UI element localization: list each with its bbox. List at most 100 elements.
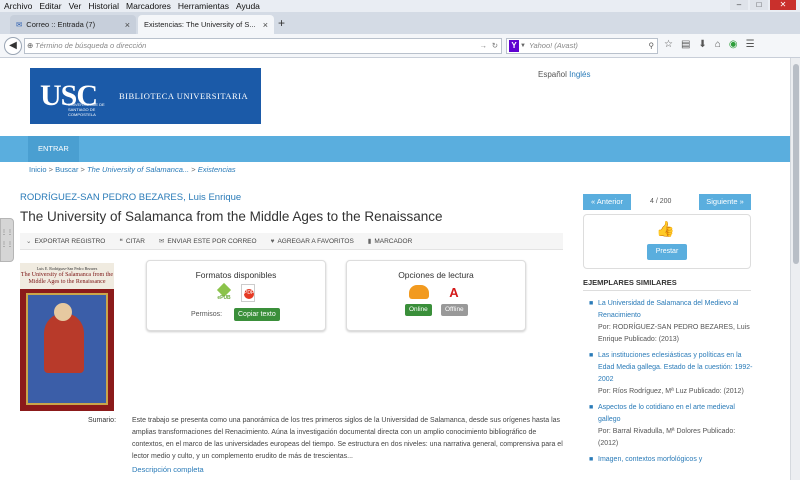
search-bar[interactable]: Y ▼ Yahoo! (Avast) ⚲ bbox=[506, 38, 658, 54]
export-label: EXPORTAR REGISTRO bbox=[34, 238, 106, 245]
tab-existencias[interactable]: Existencias: The University of S... × bbox=[138, 15, 274, 34]
offline-button[interactable]: Offline bbox=[441, 304, 468, 316]
scrollbar-thumb[interactable] bbox=[793, 64, 799, 264]
menu-herramientas[interactable]: Herramientas bbox=[178, 0, 229, 12]
tab-bar: ✉ Correo :: Entrada (7) × Existencias: T… bbox=[0, 12, 800, 34]
home-icon[interactable]: ⌂ bbox=[715, 39, 721, 50]
main-nav-bar: ENTRAR bbox=[0, 136, 790, 162]
bullet-icon: ■ bbox=[589, 300, 594, 307]
menu-archivo[interactable]: Archivo bbox=[4, 0, 32, 12]
close-window-button[interactable]: ✕ bbox=[770, 0, 796, 10]
addon-icon[interactable]: ◉ bbox=[729, 39, 738, 50]
menu-marcadores[interactable]: Marcadores bbox=[126, 0, 171, 12]
cover-author: Luis E. Rodríguez-San Pedro Bezares bbox=[36, 266, 98, 271]
export-record-button[interactable]: ⌄ EXPORTAR REGISTRO bbox=[26, 237, 105, 245]
breadcrumb-current: Existencias bbox=[197, 165, 236, 174]
similar-meta: Por: Ríos Rodríguez, Mª Luz Publicado: (… bbox=[598, 388, 744, 395]
next-button[interactable]: Siguiente » bbox=[699, 194, 751, 210]
breadcrumb-search[interactable]: Buscar bbox=[55, 165, 78, 174]
favorites-label: AGREGAR A FAVORITOS bbox=[277, 237, 354, 245]
quote-icon: ❝ bbox=[119, 238, 123, 245]
similar-title[interactable]: Aspectos de lo cotidiano en el arte medi… bbox=[598, 404, 735, 423]
menu-editar[interactable]: Editar bbox=[39, 0, 61, 12]
similar-list: ■ La Universidad de Salamanca del Mediev… bbox=[589, 298, 754, 470]
search-icon[interactable]: ⚲ bbox=[649, 39, 655, 53]
breadcrumb: Inicio > Buscar > The University of Sala… bbox=[29, 165, 236, 174]
summary-label: Sumario: bbox=[88, 417, 117, 424]
new-tab-button[interactable]: + bbox=[278, 16, 285, 30]
nav-toolbar: ◀ ⊕ Término de búsqueda o dirección → ↻ … bbox=[0, 34, 800, 58]
divider bbox=[583, 290, 751, 291]
go-arrow-icon[interactable]: → bbox=[480, 39, 488, 53]
close-tab-icon[interactable]: × bbox=[263, 20, 268, 30]
star-icon[interactable]: ☆ bbox=[664, 39, 673, 50]
epub-icon[interactable]: ePUB bbox=[215, 285, 233, 303]
favorites-button[interactable]: ♥ AGREGAR A FAVORITOS bbox=[271, 238, 354, 245]
minimize-button[interactable]: – bbox=[730, 0, 748, 10]
breadcrumb-record[interactable]: The University of Salamanca... bbox=[87, 165, 189, 174]
cover-title: The University of Salamanca from the Mid… bbox=[20, 272, 114, 285]
record-count: 4 / 200 bbox=[650, 198, 672, 205]
cover-figure-head bbox=[54, 303, 72, 321]
chevron-down-icon[interactable]: ▼ bbox=[520, 39, 526, 53]
menu-ver[interactable]: Ver bbox=[69, 0, 82, 12]
login-button[interactable]: ENTRAR bbox=[28, 136, 79, 162]
menu-bar: Archivo Editar Ver Historial Marcadores … bbox=[0, 0, 800, 12]
mail-icon: ✉ bbox=[16, 20, 23, 29]
lang-spanish[interactable]: Español bbox=[538, 70, 567, 79]
record-author[interactable]: RODRÍGUEZ-SAN PEDRO BEZARES, Luis Enriqu… bbox=[20, 192, 241, 203]
sidebar-toggle-handle[interactable]: ⋮⋮ ⋮⋮ bbox=[0, 218, 14, 262]
menu-icon[interactable]: ☰ bbox=[746, 39, 755, 50]
breadcrumb-separator: > bbox=[80, 165, 85, 174]
pdf-icon[interactable]: PDF bbox=[241, 284, 255, 302]
bullet-icon: ■ bbox=[589, 404, 594, 411]
reload-icon[interactable]: ↻ bbox=[492, 39, 498, 53]
url-placeholder: Término de búsqueda o dirección bbox=[35, 41, 147, 50]
summary-text: Este trabajo se presenta como una panorá… bbox=[132, 417, 563, 460]
similar-title[interactable]: Imagen, contextos morfológicos y bbox=[598, 456, 702, 463]
thumbs-up-icon[interactable]: 👍 bbox=[656, 221, 675, 239]
usc-logo[interactable]: USC UNIVERSIDADE DE SANTIAGO DE COMPOSTE… bbox=[30, 68, 261, 124]
breadcrumb-separator: > bbox=[191, 165, 196, 174]
book-cover[interactable]: Luis E. Rodríguez-San Pedro Bezares The … bbox=[20, 263, 114, 411]
cloud-icon[interactable] bbox=[409, 285, 429, 299]
tab-correo-label: Correo :: Entrada (7) bbox=[26, 20, 96, 29]
cite-button[interactable]: ❝ CITAR bbox=[119, 237, 145, 245]
bullet-icon: ■ bbox=[589, 456, 594, 463]
close-tab-icon[interactable]: × bbox=[125, 20, 130, 30]
tab-correo[interactable]: ✉ Correo :: Entrada (7) × bbox=[10, 15, 136, 34]
email-button[interactable]: ✉ ENVIAR ESTE POR CORREO bbox=[159, 237, 257, 245]
library-name: BIBLIOTECA UNIVERSITARIA bbox=[119, 91, 249, 101]
window-controls: – □ ✕ bbox=[730, 0, 796, 10]
download-icon[interactable]: ⬇ bbox=[698, 39, 706, 50]
previous-button[interactable]: « Anterior bbox=[583, 194, 631, 210]
similar-title[interactable]: Las instituciones eclesiásticas y políti… bbox=[598, 352, 753, 383]
url-bar[interactable]: ⊕ Término de búsqueda o dirección → ↻ bbox=[24, 38, 502, 54]
bullet-icon: ■ bbox=[589, 352, 594, 359]
full-description-link[interactable]: Descripción completa bbox=[132, 465, 204, 474]
pdf-label: PDF bbox=[244, 290, 254, 296]
reading-list-icon[interactable]: ▤ bbox=[681, 39, 690, 50]
breadcrumb-home[interactable]: Inicio bbox=[29, 165, 47, 174]
similar-title[interactable]: La Universidad de Salamanca del Medievo … bbox=[598, 300, 738, 319]
lang-english[interactable]: Inglés bbox=[569, 70, 590, 79]
reading-heading: Opciones de lectura bbox=[398, 270, 474, 280]
back-button[interactable]: ◀ bbox=[4, 37, 22, 55]
cover-figure bbox=[44, 313, 84, 373]
formats-heading: Formatos disponibles bbox=[195, 270, 277, 280]
menu-ayuda[interactable]: Ayuda bbox=[236, 0, 260, 12]
record-actions: ⌄ EXPORTAR REGISTRO ❝ CITAR ✉ ENVIAR ESTE P… bbox=[20, 233, 563, 250]
chevron-down-icon: ⌄ bbox=[26, 238, 32, 245]
bookmark-button[interactable]: ▮ MARCADOR bbox=[368, 237, 413, 245]
reading-options-box: Opciones de lectura A Online Offline bbox=[346, 260, 526, 331]
list-item: ■ Las instituciones eclesiásticas y polí… bbox=[589, 350, 754, 398]
similar-meta: Por: RODRÍGUEZ-SAN PEDRO BEZARES, Luis E… bbox=[598, 324, 750, 343]
envelope-icon: ✉ bbox=[158, 238, 165, 245]
lend-button[interactable]: Prestar bbox=[647, 244, 687, 260]
similar-heading: EJEMPLARES SIMILARES bbox=[583, 278, 677, 287]
page-scrollbar[interactable] bbox=[790, 58, 800, 480]
maximize-button[interactable]: □ bbox=[750, 0, 768, 10]
adobe-icon[interactable]: A bbox=[447, 285, 461, 301]
online-button[interactable]: Online bbox=[405, 304, 432, 316]
menu-historial[interactable]: Historial bbox=[88, 0, 119, 12]
